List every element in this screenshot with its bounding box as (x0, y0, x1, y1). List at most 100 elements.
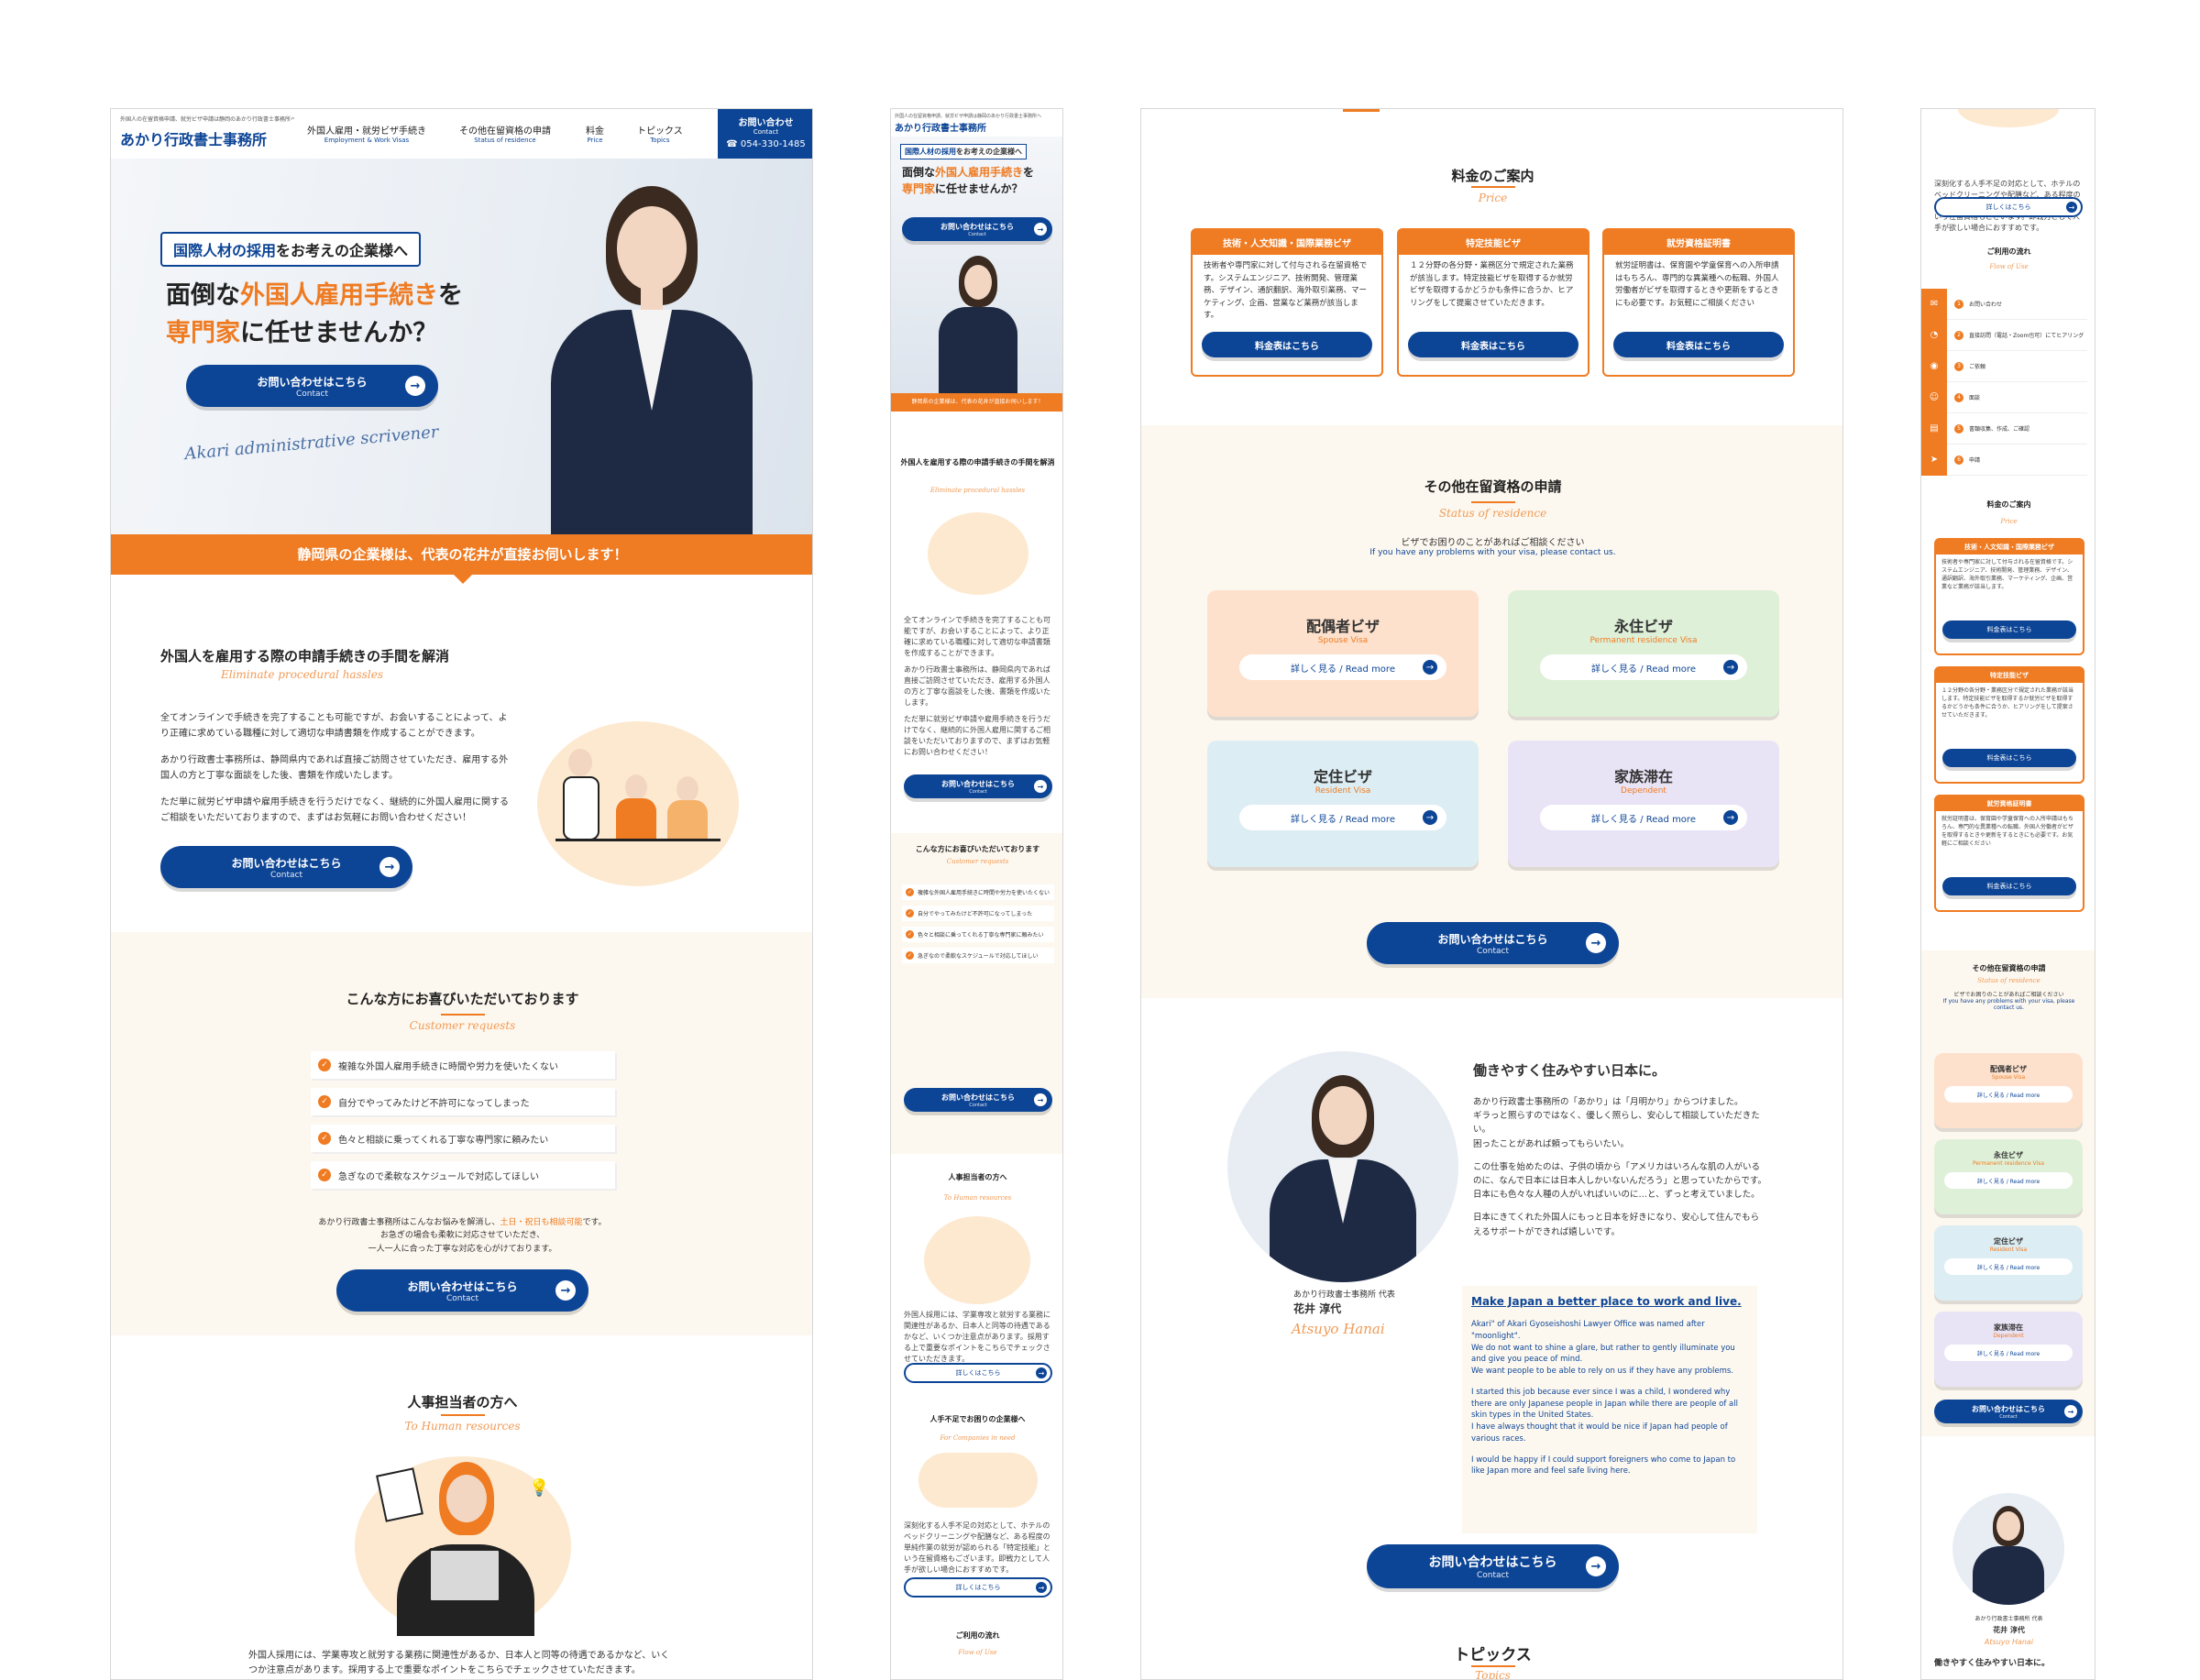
people-icon: ☺ (1921, 381, 1947, 413)
list-item: ✓ 色々と相談に乗ってくれる丁寧な専門家に頼みたい (902, 927, 1054, 942)
price-table-button[interactable]: 料金表はこちら (1942, 749, 2076, 767)
visa-card-dependent[interactable]: 家族滞在 Dependent 詳しく見る / Read more → (1508, 741, 1779, 867)
price-card-certificate: 就労資格証明書 就労証明書は、保育園や学童保育への入所申請はもちろん、専門的な異… (1602, 228, 1795, 377)
mobile-hero-contact-button[interactable]: お問い合わせはこちら Contact → (902, 217, 1052, 241)
arrow-right-icon: → (405, 376, 425, 396)
nav-topics[interactable]: トピックス Topics (637, 123, 683, 144)
flow-list: ✉ 1 お問い合わせ ◔ 2 直接訪問（電話・Zoom也可）にてヒアリング ◉ 3 ご依頼 … (1921, 288, 2087, 476)
mobile-companies-more-button[interactable]: 詳しくはこちら → (904, 1577, 1052, 1598)
profile-heading: 働きやすく住みやすい日本に。 (1473, 1062, 1666, 1079)
desktop-page-preview: 外国人の在留資格申請、就労ビザ申請は静岡のあかり行政書士事務所へ あかり行政書士… (110, 108, 813, 1680)
hero-signature: Akari administrative scrivener (183, 422, 440, 465)
arrow-right-icon: → (1723, 810, 1738, 825)
hero-portrait (514, 186, 789, 534)
mobile-logo[interactable]: あかり行政書士事務所 (895, 120, 986, 134)
mobile-page-preview-top: 外国人の在留資格申請、就労ビザ申請は静岡のあかり行政書士事務所へ あかり行政書士… (890, 108, 1063, 1680)
mobile-companies-more-button[interactable]: 詳しくはこちら → (1934, 197, 2083, 217)
mobile-hero: 国際人材の採用をお考えの企業様へ 面倒な外国人雇用手続きを 専門家に任せませんか… (891, 137, 1062, 393)
price-subtitle: Price (1478, 192, 1508, 204)
visa-card-permanent[interactable]: 永住ビザ Permanent residence Visa 詳しく見る / Re… (1508, 590, 1779, 717)
nav-residence[interactable]: その他在留資格の申請 Status of residence (459, 123, 551, 144)
profile-jp-text: あかり行政書士事務所の「あかり」は「月明かり」からつけました。 ギラっと照らすの… (1473, 1097, 1766, 1237)
read-more-button[interactable]: 詳しく見る / Read more → (1540, 654, 1747, 680)
header-contact-box[interactable]: お問い合わせ Contact ☎ 054-330-1485 (718, 109, 812, 159)
mobile-hr-more-button[interactable]: 詳しくはこちら → (904, 1363, 1052, 1383)
check-icon: ✓ (318, 1169, 331, 1181)
hero-contact-button[interactable]: お問い合わせはこちら Contact → (186, 365, 438, 407)
header-tagline: 外国人の在留資格申請、就労ビザ申請は静岡のあかり行政書士事務所へ (120, 116, 294, 123)
residence-title: その他在留資格の申請 (1424, 478, 1562, 495)
visa-card-resident[interactable]: 定住ビザ Resident Visa 詳しく見る / Read more → (1207, 741, 1479, 867)
procedure-title: 外国人を雇用する際の申請手続きの手間を解消 (160, 648, 450, 664)
read-more-button[interactable]: 詳しく見る / Read more → (1239, 654, 1446, 680)
mobile-profile-photo (1952, 1493, 2064, 1605)
arrow-right-icon: → (1036, 1367, 1047, 1378)
procedure-illustration (537, 721, 739, 886)
procedure-text: 全てオンラインで手続きを完了することも可能ですが、お会いすることによって、より正… (160, 713, 509, 823)
send-icon: ➤ (1921, 444, 1947, 476)
site-logo[interactable]: あかり行政書士事務所 (120, 127, 267, 149)
arrow-right-icon: → (1423, 660, 1437, 675)
profile-role: あかり行政書士事務所 代表 (1293, 1290, 1395, 1300)
price-table-button[interactable]: 料金表はこちら (1202, 332, 1372, 357)
check-icon: ✓ (318, 1132, 331, 1145)
price-card-work: 技術・人文知識・国際業務ビザ 技術者や専門家に対して付与される在留資格です。シス… (1191, 228, 1383, 377)
banner-pointer (454, 575, 472, 584)
list-item: ✓ 自分でやってみたけど不許可になってしまった (902, 906, 1054, 921)
arrow-right-icon: → (2064, 1405, 2077, 1418)
procedure-contact-button[interactable]: お問い合わせはこちら Contact → (160, 846, 412, 888)
price-table-button[interactable]: 料金表はこちら (1942, 620, 2076, 639)
nav-employment[interactable]: 外国人雇用・就労ビザ手続き Employment & Work Visas (307, 123, 426, 144)
customers-section: こんな方にお喜びいただいております Customer requests ✓ 複雑な… (111, 932, 812, 1335)
price-table-button[interactable]: 料金表はこちら (1408, 332, 1578, 357)
list-item: ✓ 複雑な外国人雇用手続きに時間や労力を使いたくない (902, 884, 1054, 900)
mobile-page-preview-bottom: 深刻化する人手不足の対応として、ホテルのベッドクリーニングや配膳など、ある程度の… (1920, 108, 2096, 1680)
arrow-right-icon: → (1586, 1556, 1606, 1576)
price-table-button[interactable]: 料金表はこちら (1942, 877, 2076, 895)
check-icon: ✓ (318, 1059, 331, 1071)
mobile-residence-contact-button[interactable]: お問い合わせはこちら Contact → (1934, 1400, 2083, 1423)
flow-step: ◉ 3 ご依頼 (1921, 350, 2087, 382)
list-item: ✓ 色々と相談に乗ってくれる丁寧な専門家に頼みたい (311, 1125, 615, 1152)
residence-contact-button[interactable]: お問い合わせはこちら Contact → (1367, 922, 1619, 964)
list-item: ✓ 急ぎなので柔軟なスケジュールで対応してほしい (902, 948, 1054, 963)
price-card-skilled: 特定技能ビザ １２分野の各分野・業務区分で規定された業務が該当します。特定技能ビ… (1397, 228, 1590, 377)
hr-illustration: 💡 (355, 1456, 571, 1636)
flow-step: ➤ 6 申請 (1921, 444, 2087, 476)
check-icon: ✓ (318, 1095, 331, 1108)
profile-signature: Atsuyo Hanai (1292, 1321, 1385, 1337)
mobile-hr-illustration (924, 1216, 1030, 1304)
read-more-button[interactable]: 詳しく見る / Read more → (1239, 805, 1446, 830)
customers-contact-button[interactable]: お問い合わせはこちら Contact → (336, 1269, 588, 1312)
customers-subtitle: Customer requests (409, 1019, 516, 1032)
lightbulb-icon: 💡 (529, 1478, 550, 1498)
visa-card-spouse[interactable]: 配偶者ビザ Spouse Visa 詳しく見る / Read more → (1207, 590, 1479, 717)
mobile-portrait (928, 256, 1028, 393)
topics-title: トピックス (1454, 1646, 1532, 1664)
arrow-right-icon: → (1034, 1093, 1047, 1106)
header-phone: 054-330-1485 (740, 139, 806, 149)
list-item: ✓ 急ぎなので柔軟なスケジュールで対応してほしい (311, 1161, 615, 1189)
arrow-right-icon: → (1723, 660, 1738, 675)
arrow-right-icon: → (1034, 223, 1047, 236)
arrow-right-icon: → (556, 1280, 576, 1301)
mobile-customers-contact-button[interactable]: お問い合わせはこちら Contact → (904, 1088, 1052, 1112)
eye-icon: ◉ (1921, 350, 1947, 382)
hero-headline: 面倒な外国人雇用手続きを 専門家に任せませんか？ (166, 281, 463, 347)
arrow-right-icon: → (2066, 202, 2077, 213)
profile-english-box: Make Japan a better place to work and li… (1462, 1286, 1757, 1533)
hr-title: 人事担当者の方へ (407, 1394, 518, 1411)
price-table-button[interactable]: 料金表はこちら (1613, 332, 1784, 357)
procedure-subtitle: Eliminate procedural hassles (221, 668, 383, 681)
arrow-right-icon: → (1586, 933, 1606, 953)
nav-price[interactable]: 料金 Price (586, 123, 604, 144)
profile-name: 花井 淳代 (1293, 1302, 1342, 1315)
mail-icon: ✉ (1921, 288, 1947, 320)
read-more-button[interactable]: 詳しく見る / Read more → (1540, 805, 1747, 830)
mobile-procedure-illustration (928, 512, 1028, 595)
flow-step: ▤ 5 書類収集、作成、ご確認 (1921, 412, 2087, 445)
list-item: ✓ 複雑な外国人雇用手続きに時間や労力を使いたくない (311, 1051, 615, 1079)
profile-contact-button[interactable]: お問い合わせはこちら Contact → (1367, 1544, 1619, 1588)
site-header: 外国人の在留資格申請、就労ビザ申請は静岡のあかり行政書士事務所へ あかり行政書士… (111, 109, 812, 159)
mobile-procedure-contact-button[interactable]: お問い合わせはこちら Contact → (904, 774, 1052, 798)
